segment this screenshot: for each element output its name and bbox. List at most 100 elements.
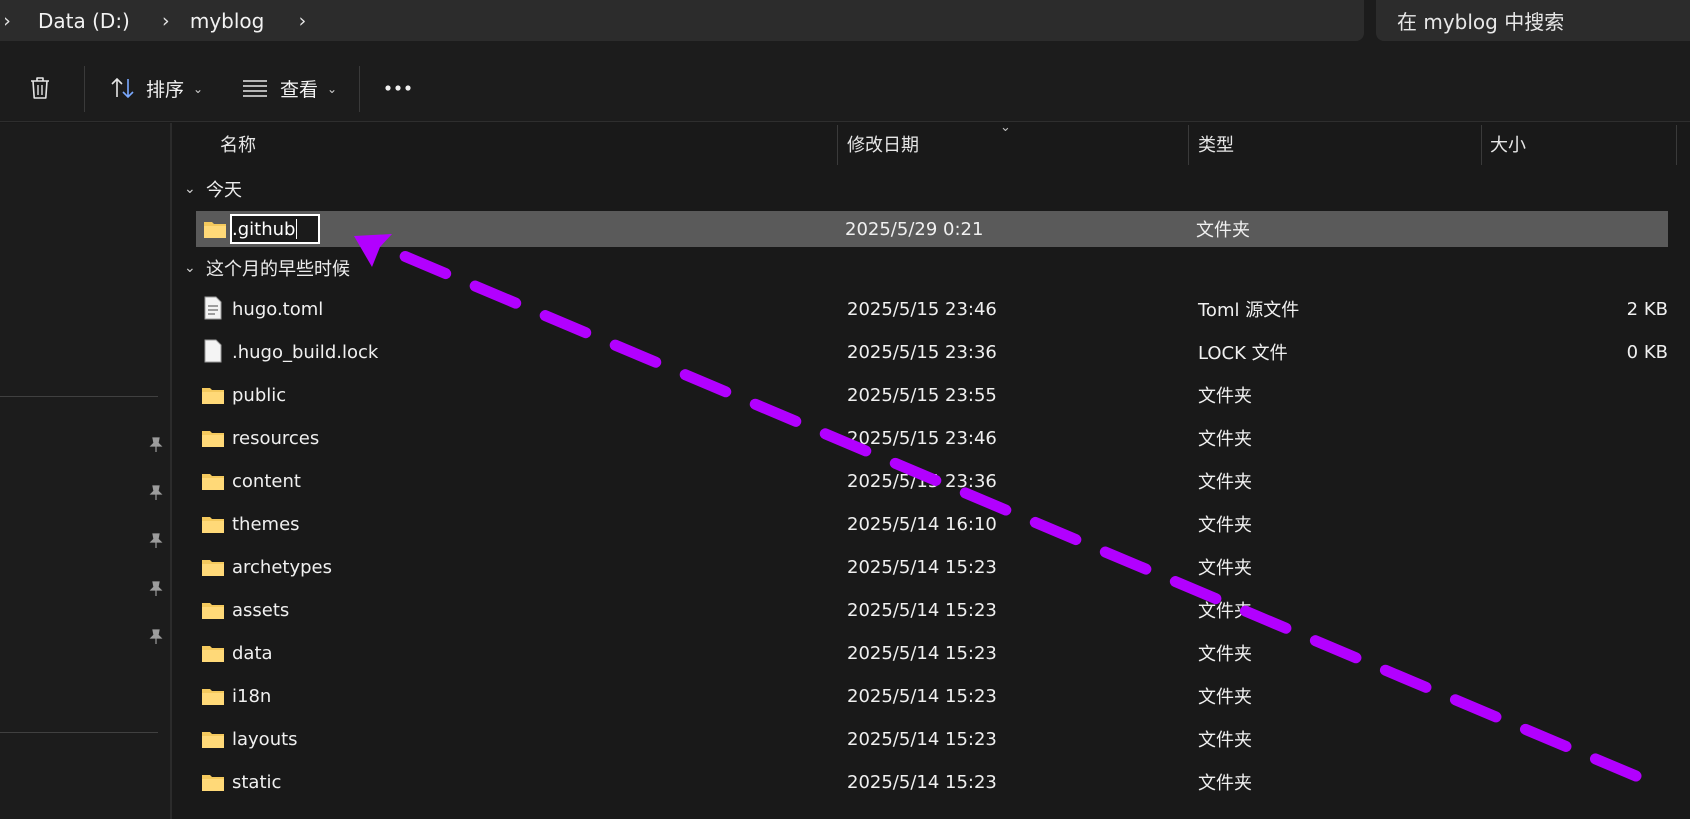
folder-icon: [202, 474, 224, 490]
row-name: themes: [232, 513, 300, 535]
toolbar-divider: [84, 66, 85, 112]
search-placeholder: 在 myblog 中搜索: [1397, 10, 1565, 34]
row-type: 文件夹: [1198, 386, 1252, 407]
row-name: .hugo_build.lock: [232, 341, 379, 363]
folder-icon: [202, 560, 224, 576]
row-type: LOCK 文件: [1198, 343, 1288, 364]
column-divider[interactable]: [837, 125, 838, 165]
more-options-button[interactable]: [384, 66, 412, 110]
row-name: public: [232, 384, 287, 406]
address-row: › Data (D:) › myblog › 在 myblog 中搜索: [0, 0, 1690, 54]
column-divider[interactable]: [1481, 125, 1482, 165]
group-header-earlier[interactable]: ⌄ 这个月的早些时候: [184, 253, 350, 283]
row-date: 2025/5/29 0:21: [845, 218, 984, 240]
group-header-today[interactable]: ⌄ 今天: [184, 174, 242, 204]
row-date: 2025/5/15 23:36: [847, 470, 997, 492]
row-type: 文件夹: [1198, 558, 1252, 579]
row-type: 文件夹: [1198, 773, 1252, 794]
row-date: 2025/5/14 15:23: [847, 642, 997, 664]
table-row[interactable]: 2025/5/29 0:21 文件夹: [196, 211, 1668, 247]
navigation-pane[interactable]: [0, 123, 172, 819]
breadcrumb[interactable]: › Data (D:) › myblog ›: [0, 0, 1364, 41]
column-divider[interactable]: [1188, 125, 1189, 165]
row-type: 文件夹: [1198, 601, 1252, 622]
more-icon: [385, 85, 411, 91]
table-row[interactable]: resources 2025/5/15 23:46 文件夹: [174, 418, 1668, 458]
row-type: 文件夹: [1198, 687, 1252, 708]
table-row[interactable]: data 2025/5/14 15:23 文件夹: [174, 633, 1668, 673]
pin-icon[interactable]: [146, 628, 164, 646]
folder-icon: [202, 388, 224, 404]
row-type: 文件夹: [1198, 429, 1252, 450]
chevron-down-icon: ⌄: [327, 82, 338, 96]
row-name: assets: [232, 599, 290, 621]
group-label: 这个月的早些时候: [206, 259, 350, 280]
row-date: 2025/5/15 23:36: [847, 341, 997, 363]
row-date: 2025/5/15 23:46: [847, 427, 997, 449]
chevron-right-icon[interactable]: ›: [152, 10, 180, 32]
table-row[interactable]: .hugo_build.lock 2025/5/15 23:36 LOCK 文件 0 …: [174, 332, 1668, 372]
view-button[interactable]: 查看 ⌄: [242, 66, 337, 110]
pin-icon[interactable]: [146, 532, 164, 550]
column-header-name[interactable]: 名称: [220, 123, 256, 165]
table-row[interactable]: i18n 2025/5/14 15:23 文件夹: [174, 676, 1668, 716]
command-bar: 排序 ⌄ 查看 ⌄: [0, 54, 1690, 122]
breadcrumb-folder[interactable]: myblog: [180, 9, 289, 33]
table-row[interactable]: assets 2025/5/14 15:23 文件夹: [174, 590, 1668, 630]
table-row[interactable]: themes 2025/5/14 16:10 文件夹: [174, 504, 1668, 544]
row-type: 文件夹: [1196, 220, 1250, 241]
folder-icon: [202, 775, 224, 791]
pin-icon[interactable]: [146, 580, 164, 598]
sort-indicator-icon: ⌄: [1000, 120, 1011, 135]
row-type: Toml 源文件: [1198, 300, 1300, 321]
column-divider[interactable]: [1676, 125, 1677, 165]
list-view-icon: [243, 80, 267, 97]
search-input[interactable]: 在 myblog 中搜索: [1376, 0, 1690, 41]
table-row[interactable]: layouts 2025/5/14 15:23 文件夹: [174, 719, 1668, 759]
folder-icon: [202, 646, 224, 662]
file-icon: [204, 339, 222, 363]
folder-icon: [202, 603, 224, 619]
table-row[interactable]: public 2025/5/15 23:55 文件夹: [174, 375, 1668, 415]
row-date: 2025/5/14 15:23: [847, 728, 997, 750]
column-header-size[interactable]: 大小: [1490, 123, 1526, 165]
breadcrumb-drive[interactable]: Data (D:): [38, 9, 152, 33]
row-name: static: [232, 771, 282, 793]
text-caret: [296, 219, 298, 239]
row-date: 2025/5/14 15:23: [847, 771, 997, 793]
row-type: 文件夹: [1198, 644, 1252, 665]
row-date: 2025/5/15 23:46: [847, 298, 997, 320]
folder-icon: [202, 517, 224, 533]
table-row[interactable]: static 2025/5/14 15:23 文件夹: [174, 762, 1668, 802]
row-size: 2 KB: [1626, 298, 1668, 320]
row-name: layouts: [232, 728, 298, 750]
toolbar-divider: [359, 66, 360, 112]
rename-input[interactable]: .github: [230, 214, 320, 244]
folder-icon: [202, 431, 224, 447]
row-date: 2025/5/15 23:55: [847, 384, 997, 406]
row-name: archetypes: [232, 556, 333, 578]
table-row[interactable]: archetypes 2025/5/14 15:23 文件夹: [174, 547, 1668, 587]
chevron-down-icon[interactable]: ⌄: [184, 181, 206, 197]
nav-divider: [0, 732, 158, 733]
pin-icon[interactable]: [146, 436, 164, 454]
row-type: 文件夹: [1198, 730, 1252, 751]
pin-icon[interactable]: [146, 484, 164, 502]
folder-icon: [202, 732, 224, 748]
table-row[interactable]: hugo.toml 2025/5/15 23:46 Toml 源文件 2 KB: [174, 289, 1668, 329]
column-header-modified[interactable]: 修改日期: [847, 123, 919, 165]
table-row[interactable]: content 2025/5/15 23:36 文件夹: [174, 461, 1668, 501]
chevron-down-icon[interactable]: ⌄: [184, 260, 206, 276]
row-type: 文件夹: [1198, 515, 1252, 536]
view-label: 查看: [280, 78, 319, 101]
sort-button[interactable]: 排序 ⌄: [110, 66, 203, 110]
delete-button[interactable]: [28, 66, 52, 110]
row-date: 2025/5/14 16:10: [847, 513, 997, 535]
rename-value: .github: [232, 218, 296, 240]
folder-icon: [204, 222, 226, 238]
chevron-right-icon[interactable]: ›: [288, 10, 316, 32]
group-label: 今天: [206, 180, 242, 201]
column-header-type[interactable]: 类型: [1198, 123, 1234, 165]
folder-icon: [202, 689, 224, 705]
chevron-right-icon[interactable]: ›: [0, 10, 14, 32]
